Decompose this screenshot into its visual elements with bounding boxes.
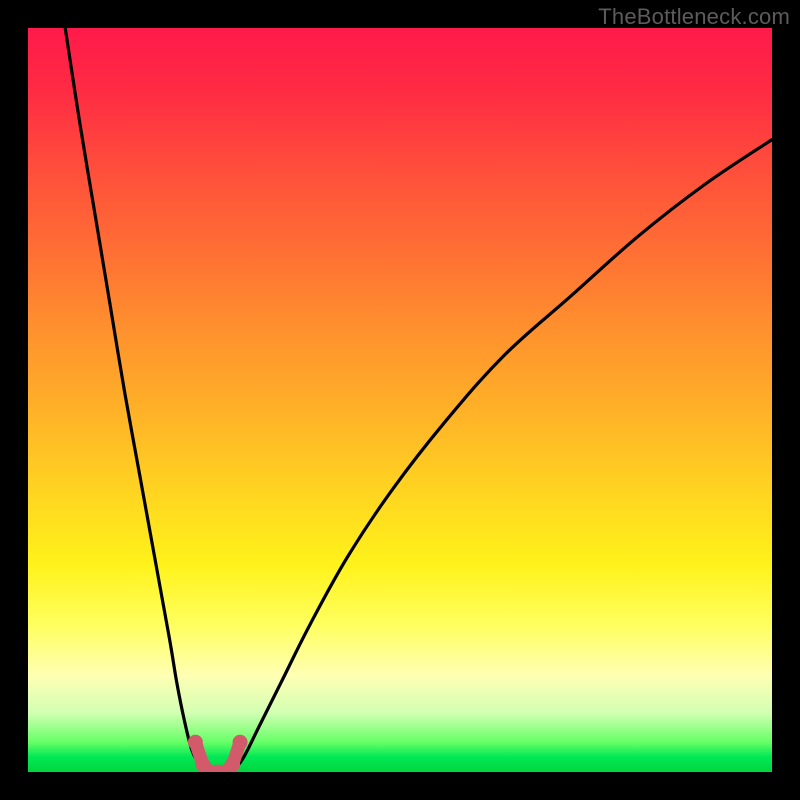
curve-right-branch [233, 140, 772, 772]
plot-area [28, 28, 772, 772]
curve-layer [28, 28, 772, 772]
bottom-marker-dot [225, 757, 240, 772]
watermark-text: TheBottleneck.com [598, 4, 790, 30]
curve-left-branch [65, 28, 203, 772]
bottom-marker-dot [188, 735, 203, 750]
chart-frame: TheBottleneck.com [0, 0, 800, 800]
bottom-marker-dot [233, 735, 248, 750]
bottom-marker-group [188, 735, 248, 772]
